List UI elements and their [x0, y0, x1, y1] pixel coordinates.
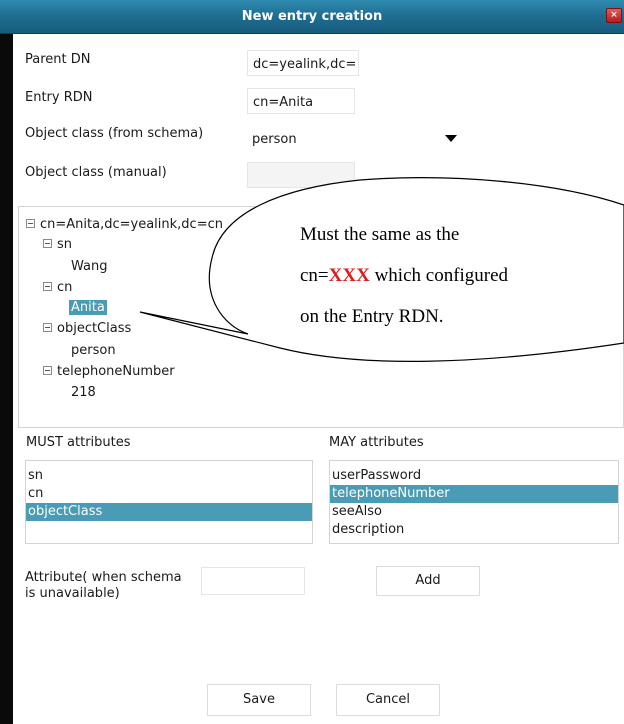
- callout-line2: cn=XXX which configured: [300, 265, 508, 287]
- callout-highlight: XXX: [328, 265, 370, 286]
- callout-line1: Must the same as the: [300, 224, 460, 245]
- callout-line2-suffix: which configured: [369, 265, 509, 286]
- dialog-window: New entry creation × Parent DN dc=yealin…: [0, 0, 624, 724]
- callout-line2-prefix: cn=: [300, 265, 329, 286]
- callout-bubble: [139, 177, 624, 362]
- callout-line3: on the Entry RDN.: [300, 306, 444, 327]
